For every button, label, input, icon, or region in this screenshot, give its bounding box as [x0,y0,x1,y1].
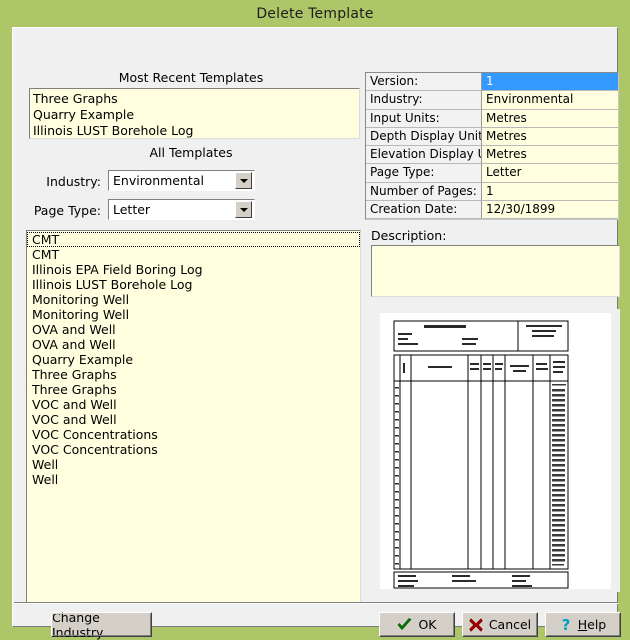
property-value[interactable]: Letter [482,164,618,182]
svg-text:?: ? [561,617,570,632]
question-mark-icon: ? [560,617,572,632]
property-name: Input Units: [366,110,482,128]
page-type-label: Page Type: [21,203,101,218]
property-name: Industry: [366,91,482,109]
table-row[interactable]: Creation Date:12/30/1899 [366,201,618,219]
property-value[interactable]: 12/30/1899 [482,201,618,219]
all-templates-list[interactable]: CMTCMTIllinois EPA Field Boring LogIllin… [26,230,361,603]
page-type-value: Letter [109,202,235,217]
most-recent-templates-label: Most Recent Templates [21,70,361,85]
cancel-button[interactable]: Cancel [462,612,538,637]
list-item[interactable]: Well [27,457,360,472]
property-name: Page Type: [366,164,482,182]
title-bar: Delete Template [0,0,630,27]
preview-panel [371,309,620,592]
property-name: Depth Display Units: [366,128,482,146]
dialog-title: Delete Template [256,6,373,22]
chevron-down-icon[interactable] [235,172,252,189]
help-label: Help [578,617,607,632]
list-item[interactable]: VOC Concentrations [27,442,360,457]
industry-combobox[interactable]: Environmental [108,170,255,191]
industry-label: Industry: [21,174,101,189]
all-templates-label: All Templates [21,145,361,160]
table-row[interactable]: Number of Pages:1 [366,183,618,201]
list-item[interactable]: CMT [27,232,360,247]
dialog-client-area: Most Recent Templates Three GraphsQuarry… [12,27,618,627]
property-value[interactable]: Metres [482,146,618,164]
chevron-down-icon[interactable] [235,201,252,218]
description-textbox[interactable] [371,245,620,297]
ok-label: OK [418,617,436,632]
ok-button[interactable]: OK [379,612,455,637]
property-name: Elevation Display Units: [366,146,482,164]
help-button[interactable]: ? Help [545,612,621,637]
template-properties-table: Version:1Industry:EnvironmentalInput Uni… [365,72,619,220]
property-value[interactable]: Metres [482,110,618,128]
property-value[interactable]: 1 [482,73,618,91]
list-item[interactable]: Three Graphs [33,91,359,107]
industry-value: Environmental [109,173,235,188]
table-row[interactable]: Depth Display Units:Metres [366,128,618,146]
check-icon [397,618,412,632]
list-item[interactable]: Three Graphs [27,382,360,397]
list-item[interactable]: Monitoring Well [27,307,360,322]
table-row[interactable]: Industry:Environmental [366,91,618,109]
list-item[interactable]: Illinois EPA Field Boring Log [27,262,360,277]
list-item[interactable]: Illinois LUST Borehole Log [33,123,359,139]
cancel-label: Cancel [489,617,531,632]
most-recent-templates-list[interactable]: Three GraphsQuarry ExampleIllinois LUST … [29,88,360,139]
list-item[interactable]: OVA and Well [27,322,360,337]
list-item[interactable]: Quarry Example [27,352,360,367]
list-item[interactable]: VOC and Well [27,397,360,412]
delete-template-dialog: Delete Template Most Recent Templates Th… [0,0,630,639]
list-item[interactable]: Three Graphs [27,367,360,382]
list-item[interactable]: VOC Concentrations [27,427,360,442]
property-name: Creation Date: [366,201,482,219]
property-value[interactable]: Metres [482,128,618,146]
table-row[interactable]: Elevation Display Units:Metres [366,146,618,164]
list-item[interactable]: Well [27,472,360,487]
list-item[interactable]: VOC and Well [27,412,360,427]
list-item[interactable]: Quarry Example [33,107,359,123]
change-industry-label: Change Industry [52,610,151,640]
list-item[interactable]: Monitoring Well [27,292,360,307]
list-item[interactable]: CMT [27,247,360,262]
list-item[interactable]: Illinois LUST Borehole Log [27,277,360,292]
change-industry-button[interactable]: Change Industry [51,612,152,637]
list-item[interactable]: OVA and Well [27,337,360,352]
description-label: Description: [371,228,446,243]
page-type-combobox[interactable]: Letter [108,199,255,220]
table-row[interactable]: Input Units:Metres [366,110,618,128]
x-icon [469,618,483,632]
property-name: Number of Pages: [366,183,482,201]
footer-separator [14,602,618,604]
property-name: Version: [366,73,482,91]
template-preview-image [380,313,611,589]
property-value[interactable]: 1 [482,183,618,201]
table-row[interactable]: Version:1 [366,73,618,91]
property-value[interactable]: Environmental [482,91,618,109]
table-row[interactable]: Page Type:Letter [366,164,618,182]
